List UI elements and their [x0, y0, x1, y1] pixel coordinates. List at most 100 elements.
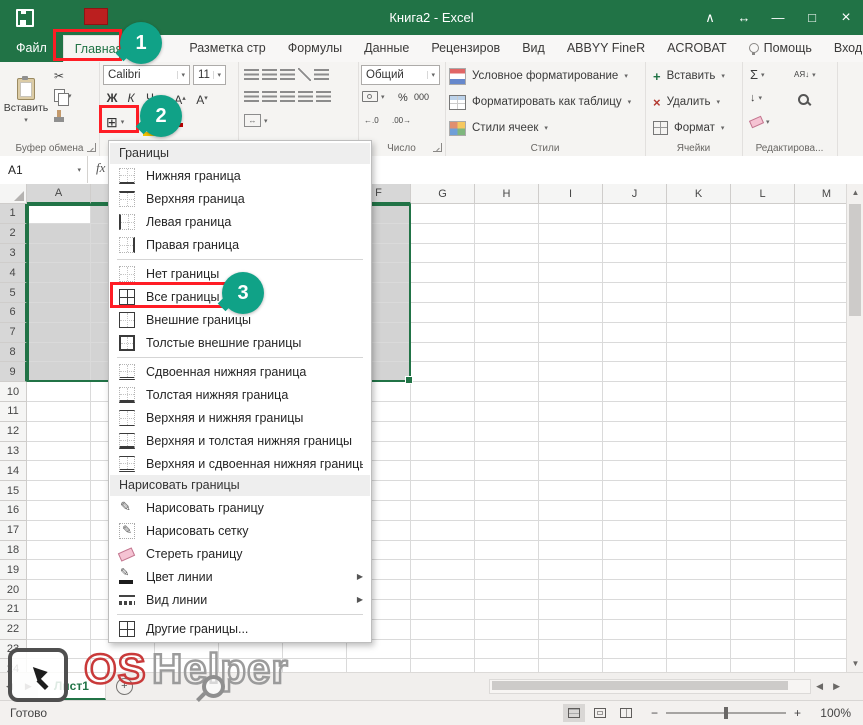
cell-E24[interactable] — [283, 659, 347, 672]
tab-view[interactable]: Вид — [511, 35, 556, 62]
column-header-K[interactable]: K — [667, 184, 731, 204]
cell-H17[interactable] — [475, 521, 539, 541]
sheet-nav-left-icon[interactable]: ◀ — [0, 681, 19, 692]
cell-A12[interactable] — [27, 422, 91, 442]
cell-G13[interactable] — [411, 442, 475, 462]
cell-L2[interactable] — [731, 224, 795, 244]
column-header-J[interactable]: J — [603, 184, 667, 204]
cell-L11[interactable] — [731, 402, 795, 422]
increase-indent-icon[interactable] — [316, 91, 331, 102]
cell-J22[interactable] — [603, 620, 667, 640]
cell-G16[interactable] — [411, 501, 475, 521]
cell-J24[interactable] — [603, 659, 667, 672]
font-name-combo[interactable]: Calibri ▾ — [103, 65, 190, 85]
cell-J18[interactable] — [603, 541, 667, 561]
cell-M10[interactable] — [795, 382, 846, 402]
cell-H20[interactable] — [475, 580, 539, 600]
zoom-in-button[interactable]: + — [794, 706, 801, 720]
row-header-6[interactable]: 6 — [0, 303, 27, 323]
menu-item-border-top-thick-bottom[interactable]: Верхняя и толстая нижняя границы — [109, 429, 371, 452]
cell-A5[interactable] — [27, 283, 91, 303]
cell-J21[interactable] — [603, 600, 667, 620]
cell-H14[interactable] — [475, 461, 539, 481]
cell-I3[interactable] — [539, 244, 603, 264]
cell-I1[interactable] — [539, 204, 603, 224]
decrease-font-size-button[interactable]: А — [193, 89, 211, 108]
cell-M8[interactable] — [795, 343, 846, 363]
paste-button[interactable]: Вставить ▾ — [3, 65, 49, 137]
clear-button[interactable]: ▾ — [750, 118, 770, 126]
column-header-G[interactable]: G — [411, 184, 475, 204]
cell-J17[interactable] — [603, 521, 667, 541]
cell-A15[interactable] — [27, 481, 91, 501]
cell-M13[interactable] — [795, 442, 846, 462]
cell-G24[interactable] — [411, 659, 475, 672]
menu-item-draw-border[interactable]: Нарисовать границу — [109, 496, 371, 519]
cell-M9[interactable] — [795, 362, 846, 382]
cell-J15[interactable] — [603, 481, 667, 501]
menu-item-border-thick-bottom[interactable]: Толстая нижняя граница — [109, 383, 371, 406]
cell-M15[interactable] — [795, 481, 846, 501]
cell-H6[interactable] — [475, 303, 539, 323]
menu-item-border-left[interactable]: Левая граница — [109, 210, 371, 233]
cell-I16[interactable] — [539, 501, 603, 521]
cell-H24[interactable] — [475, 659, 539, 672]
cell-M20[interactable] — [795, 580, 846, 600]
cell-H10[interactable] — [475, 382, 539, 402]
cell-I7[interactable] — [539, 323, 603, 343]
cell-M24[interactable] — [795, 659, 846, 672]
cell-C24[interactable] — [155, 659, 219, 672]
cell-A19[interactable] — [27, 560, 91, 580]
sheet-tab[interactable]: Лист1 — [38, 673, 106, 700]
cell-G14[interactable] — [411, 461, 475, 481]
cell-J6[interactable] — [603, 303, 667, 323]
cell-K4[interactable] — [667, 263, 731, 283]
cell-H5[interactable] — [475, 283, 539, 303]
cell-I17[interactable] — [539, 521, 603, 541]
row-header-9[interactable]: 9 — [0, 362, 27, 382]
cell-K2[interactable] — [667, 224, 731, 244]
cell-A24[interactable] — [27, 659, 91, 672]
cell-A22[interactable] — [27, 620, 91, 640]
number-format-combo[interactable]: Общий ▾ — [361, 65, 440, 85]
align-top-icon[interactable] — [244, 69, 259, 80]
tab-acrobat[interactable]: ACROBAT — [656, 35, 738, 62]
zoom-out-button[interactable]: − — [651, 706, 658, 720]
align-left-icon[interactable] — [244, 91, 259, 102]
cell-A4[interactable] — [27, 263, 91, 283]
cell-K8[interactable] — [667, 343, 731, 363]
align-bottom-icon[interactable] — [280, 69, 295, 80]
cell-G20[interactable] — [411, 580, 475, 600]
cell-M14[interactable] — [795, 461, 846, 481]
cell-L21[interactable] — [731, 600, 795, 620]
cell-G11[interactable] — [411, 402, 475, 422]
wrap-text-icon[interactable] — [314, 69, 329, 80]
zoom-level[interactable]: 100% — [815, 706, 851, 720]
vertical-scrollbar[interactable]: ▲ ▼ — [846, 184, 863, 672]
cell-M19[interactable] — [795, 560, 846, 580]
cell-J23[interactable] — [603, 640, 667, 660]
tab-data[interactable]: Данные — [353, 35, 420, 62]
cell-J10[interactable] — [603, 382, 667, 402]
cell-H4[interactable] — [475, 263, 539, 283]
cell-J4[interactable] — [603, 263, 667, 283]
cell-L22[interactable] — [731, 620, 795, 640]
cell-G12[interactable] — [411, 422, 475, 442]
cell-M21[interactable] — [795, 600, 846, 620]
cell-L4[interactable] — [731, 263, 795, 283]
cell-H7[interactable] — [475, 323, 539, 343]
cell-H11[interactable] — [475, 402, 539, 422]
cell-H12[interactable] — [475, 422, 539, 442]
cell-G19[interactable] — [411, 560, 475, 580]
cell-M17[interactable] — [795, 521, 846, 541]
cell-M22[interactable] — [795, 620, 846, 640]
tab-layout[interactable]: Разметка стр — [178, 35, 276, 62]
cell-K24[interactable] — [667, 659, 731, 672]
cell-H21[interactable] — [475, 600, 539, 620]
resize-icon[interactable]: ↔ — [727, 0, 761, 35]
cell-K21[interactable] — [667, 600, 731, 620]
cell-D24[interactable] — [219, 659, 283, 672]
scroll-left-icon[interactable]: ◀ — [811, 681, 828, 692]
decrease-decimal-button[interactable] — [392, 116, 411, 125]
row-header-4[interactable]: 4 — [0, 263, 27, 283]
